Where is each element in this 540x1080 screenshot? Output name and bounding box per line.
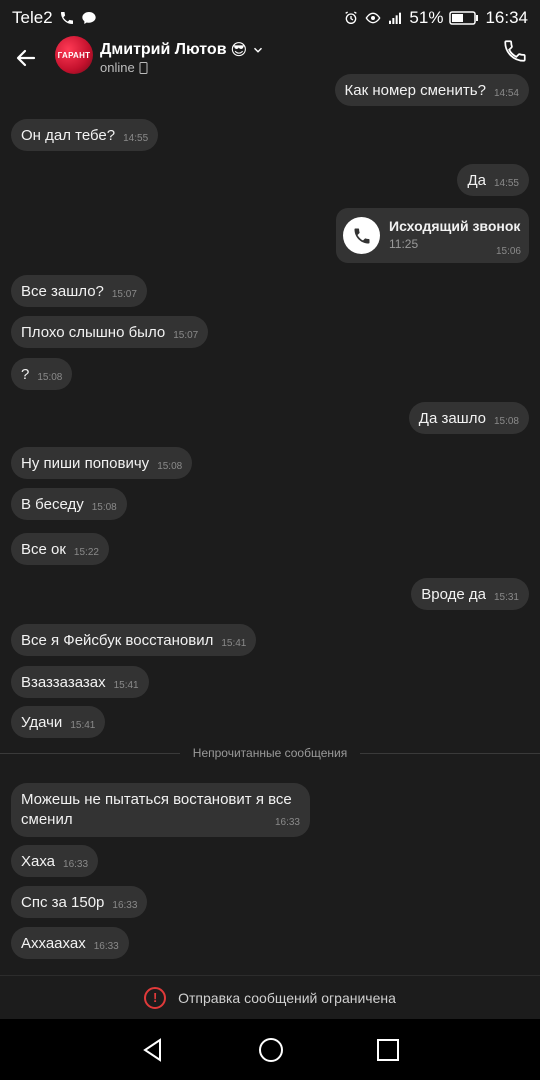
contact-status: online	[100, 60, 148, 75]
message-incoming[interactable]: Все я Фейсбук восстановил 15:41	[11, 624, 257, 656]
message-incoming[interactable]: Все ок 15:22	[11, 533, 109, 565]
call-title: Исходящий звонок	[389, 218, 521, 234]
message-text: ?	[21, 365, 30, 383]
message-time: 15:41	[221, 637, 247, 649]
message-text: Спс за 150р	[21, 893, 105, 911]
message-text: Да	[467, 171, 486, 189]
message-incoming[interactable]: Все зашло? 15:07	[11, 275, 147, 307]
message-text: Хаха	[21, 852, 56, 870]
contact-name: Дмитрий Лютов	[100, 41, 227, 58]
message-time: 15:08	[91, 501, 117, 513]
alarm-icon	[345, 11, 358, 24]
message-time: 16:33	[93, 940, 119, 952]
message-list[interactable]: Как номер сменить? 14:54 Он дал тебе? 14:5…	[0, 74, 540, 976]
message-incoming[interactable]: Можешь не пытаться востановит я все смен…	[11, 783, 310, 837]
message-text: Как номер сменить?	[344, 81, 486, 99]
message-text: Аххаахах	[21, 934, 86, 952]
message-time: 15:22	[73, 546, 99, 558]
signal-icon	[389, 12, 402, 24]
avatar-logo-text: ГАРАНТ	[57, 50, 91, 60]
message-text: Да зашло	[418, 409, 486, 427]
message-time: 16:33	[112, 899, 138, 911]
back-arrow-icon[interactable]	[14, 46, 38, 70]
phone-call-icon[interactable]	[502, 38, 528, 64]
message-time: 15:08	[493, 415, 519, 427]
message-time: 15:41	[70, 719, 96, 731]
message-text: Можешь не пытаться востановит я все смен…	[21, 791, 292, 828]
online-status: online	[100, 60, 135, 75]
battery-icon	[449, 11, 479, 25]
nav-recents-icon[interactable]	[376, 1038, 400, 1062]
message-incoming[interactable]: Спс за 150р 16:33	[11, 886, 148, 918]
message-time: 14:54	[493, 87, 519, 99]
nav-home-icon[interactable]	[258, 1037, 284, 1063]
message-outgoing[interactable]: Вроде да 15:31	[411, 578, 529, 610]
message-time: 15:31	[493, 591, 519, 603]
message-text: Плохо слышно было	[21, 323, 166, 341]
warning-icon: !	[144, 986, 167, 1009]
call-log-card[interactable]: Исходящий звонок 11:25 15:06	[336, 208, 529, 263]
message-outgoing[interactable]: Да зашло 15:08	[408, 402, 529, 434]
message-incoming[interactable]: Удачи 15:41	[11, 706, 106, 738]
eye-icon	[365, 12, 381, 24]
message-time: 16:33	[63, 858, 89, 870]
battery-percent: 51%	[409, 8, 444, 27]
message-incoming[interactable]: ? 15:08	[11, 358, 73, 390]
mobile-device-icon	[139, 61, 148, 74]
message-text: В беседу	[21, 495, 84, 513]
message-incoming[interactable]: Плохо слышно было 15:07	[11, 316, 209, 348]
message-text: Все ок	[21, 540, 66, 558]
message-text: Все зашло?	[21, 282, 104, 300]
message-time: 15:08	[37, 371, 63, 383]
avatar[interactable]: ГАРАНТ	[55, 36, 93, 74]
phone-status-icon	[60, 12, 73, 24]
message-text: Он дал тебе?	[21, 126, 116, 144]
messaging-restricted-bar: ! Отправка сообщений ограничена	[0, 975, 540, 1019]
message-time: 16:33	[274, 817, 300, 828]
message-time: 15:07	[111, 288, 137, 300]
message-outgoing[interactable]: Да 14:55	[457, 164, 529, 196]
message-incoming[interactable]: Взаззазазах 15:41	[11, 666, 149, 698]
message-text: Все я Фейсбук восстановил	[21, 631, 214, 649]
message-outgoing[interactable]: Как номер сменить? 14:54	[334, 74, 529, 106]
sunglasses-emoji: 😎	[230, 42, 248, 59]
contact-name-row[interactable]: Дмитрий Лютов 😎	[100, 40, 265, 60]
message-time: 14:55	[123, 132, 149, 144]
message-incoming[interactable]: Аххаахах 16:33	[11, 927, 129, 959]
message-time: 15:41	[113, 679, 139, 691]
message-status-icon	[81, 12, 96, 24]
call-circle	[343, 217, 380, 254]
call-duration: 11:25	[389, 237, 419, 251]
system-nav-bar	[0, 1019, 540, 1080]
status-bar: Tele2 51% 16:34	[0, 0, 540, 36]
message-text: Удачи	[21, 713, 63, 731]
message-incoming[interactable]: Хаха 16:33	[11, 845, 99, 877]
outgoing-call-icon	[354, 228, 369, 243]
message-text: Ну пиши поповичу	[21, 454, 150, 472]
clock: 16:34	[485, 8, 528, 27]
message-incoming[interactable]: Ну пиши поповичу 15:08	[11, 447, 193, 479]
restricted-label: Отправка сообщений ограничена	[178, 989, 396, 1006]
message-incoming[interactable]: Он дал тебе? 14:55	[11, 119, 159, 151]
message-incoming[interactable]: В беседу 15:08	[11, 488, 127, 520]
message-time: 15:08	[157, 460, 183, 472]
unread-divider-label: Непрочитанные сообщения	[180, 746, 360, 760]
message-time: 15:06	[495, 246, 521, 257]
nav-back-icon[interactable]	[140, 1037, 166, 1063]
message-time: 14:55	[493, 177, 519, 189]
message-text: Взаззазазах	[21, 673, 106, 691]
message-text: Вроде да	[421, 585, 486, 603]
chevron-down-icon[interactable]	[251, 43, 265, 57]
carrier-label: Tele2	[12, 8, 53, 27]
message-time: 15:07	[173, 329, 199, 341]
